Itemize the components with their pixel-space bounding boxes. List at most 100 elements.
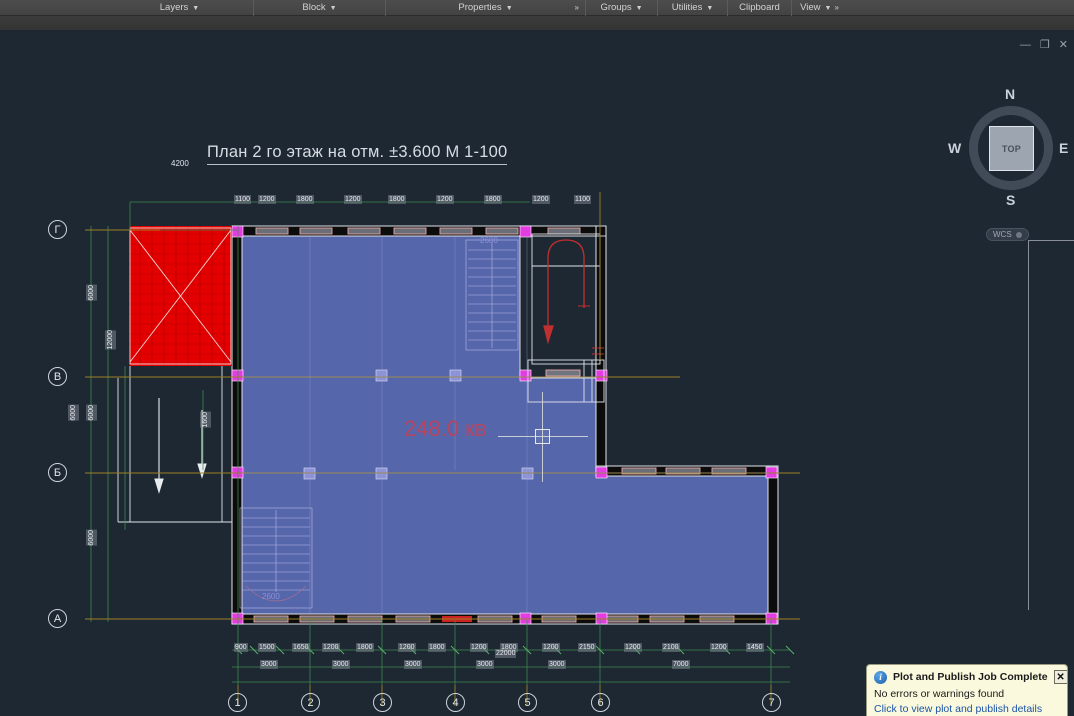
- dim-bottom-0: 900: [234, 643, 248, 652]
- viewcube-west-label[interactable]: W: [948, 140, 961, 156]
- minimize-button[interactable]: —: [1020, 40, 1031, 51]
- chevron-down-icon[interactable]: ▼: [192, 5, 199, 12]
- stair-label-top: 2600: [480, 236, 498, 245]
- ribbon-panel-layers-label: Layers: [159, 2, 189, 13]
- dim-top-6: 1800: [484, 195, 502, 204]
- dim-total-bottom: 22000: [495, 649, 517, 658]
- dim-bottom-9: 1200: [542, 643, 560, 652]
- grid-bubble-7[interactable]: 7: [762, 693, 781, 712]
- grid-bubble-Б[interactable]: Б: [48, 463, 67, 482]
- crosshair-cursor: [498, 392, 588, 482]
- balloon-message: No errors or warnings found: [874, 688, 1005, 700]
- grid-bubble-Г[interactable]: Г: [48, 220, 67, 239]
- drawing-canvas[interactable]: — ❐ ✕ TOP N E S W WCS План 2 го этаж на …: [0, 30, 1074, 716]
- ribbon-panel-utilities-label: Utilities: [671, 2, 703, 13]
- dim-bottom-4: 1800: [356, 643, 374, 652]
- chevron-down-icon[interactable]: ▼: [636, 5, 643, 12]
- viewcube-top-face[interactable]: TOP: [989, 126, 1034, 171]
- room-area-label: 248.0 кв: [404, 416, 487, 441]
- dim-bay-0: 3000: [260, 660, 278, 669]
- balloon-header: i Plot and Publish Job Complete ✕: [874, 670, 1067, 684]
- dim-bay-5: 7000: [672, 660, 690, 669]
- ribbon-panel-clipboard-label: Clipboard: [739, 2, 780, 13]
- grid-bubble-А[interactable]: А: [48, 609, 67, 628]
- ribbon-panel-spacer: [0, 0, 106, 16]
- grid-bubble-3[interactable]: 3: [373, 693, 392, 712]
- ribbon-panel-properties-label: Properties: [458, 2, 502, 13]
- dim-bottom-2: 1650: [292, 643, 310, 652]
- chevron-down-icon[interactable]: ▼: [506, 5, 513, 12]
- floor-plan-geometry[interactable]: [0, 30, 1074, 716]
- dim-bottom-13: 1200: [710, 643, 728, 652]
- dim-top-2: 1800: [296, 195, 314, 204]
- dim-left-3: 6000: [86, 530, 97, 546]
- chevron-down-icon[interactable]: [1015, 231, 1022, 238]
- dim-bottom-5: 1200: [398, 643, 416, 652]
- dim-bottom-10: 2150: [578, 643, 596, 652]
- panel-overflow-icon[interactable]: »: [572, 0, 582, 16]
- dim-bottom-7: 1200: [470, 643, 488, 652]
- viewcube-south-label[interactable]: S: [1006, 192, 1015, 208]
- plot-notification-balloon[interactable]: i Plot and Publish Job Complete ✕ No err…: [866, 664, 1068, 716]
- chevron-down-icon[interactable]: ▼: [706, 5, 713, 12]
- grid-bubble-2[interactable]: 2: [301, 693, 320, 712]
- close-button[interactable]: ✕: [1059, 40, 1068, 51]
- ucs-panel-frame: [1028, 240, 1074, 610]
- dim-top-0: 1100: [234, 195, 252, 204]
- dim-top-5: 1200: [436, 195, 454, 204]
- ribbon-panel-view[interactable]: View ▼ »: [792, 0, 850, 16]
- window-controls: — ❐ ✕: [1020, 40, 1068, 51]
- stair-label-bottom: 2600: [262, 592, 280, 601]
- ucs-selector[interactable]: WCS: [986, 228, 1029, 241]
- dim-left-0: 6000: [86, 285, 97, 301]
- autocad-window: Layers ▼ Block ▼ Properties ▼ » Groups ▼…: [0, 0, 1074, 716]
- ribbon-panel-groups[interactable]: Groups ▼: [586, 0, 658, 16]
- dim-bay-3: 3000: [476, 660, 494, 669]
- grid-bubble-1[interactable]: 1: [228, 693, 247, 712]
- ribbon-panel-clipboard[interactable]: Clipboard: [728, 0, 792, 16]
- dim-bottom-3: 1200: [322, 643, 340, 652]
- ribbon-panel-view-label: View: [800, 2, 821, 13]
- dim-bottom-14: 1450: [746, 643, 764, 652]
- balloon-details-link[interactable]: Click to view plot and publish details: [874, 703, 1060, 715]
- chevron-down-icon[interactable]: ▼: [825, 5, 832, 12]
- dim-top-4: 1800: [388, 195, 406, 204]
- ribbon-panel-block-label: Block: [302, 2, 326, 13]
- viewcube-east-label[interactable]: E: [1059, 140, 1068, 156]
- restore-button[interactable]: ❐: [1040, 40, 1050, 51]
- dim-bottom-11: 1200: [624, 643, 642, 652]
- ribbon-bar: Layers ▼ Block ▼ Properties ▼ » Groups ▼…: [0, 0, 1074, 16]
- viewcube-north-label[interactable]: N: [1005, 86, 1015, 102]
- dim-offset-4200: 4200: [171, 159, 189, 168]
- panel-overflow-icon[interactable]: »: [831, 0, 841, 16]
- ribbon-panel-layers[interactable]: Layers ▼: [106, 0, 254, 16]
- dim-bay-1: 3000: [332, 660, 350, 669]
- ribbon-panel-groups-label: Groups: [600, 2, 632, 13]
- dim-bay-4: 3000: [548, 660, 566, 669]
- ucs-label: WCS: [993, 230, 1012, 239]
- dim-bottom-12: 2100: [662, 643, 680, 652]
- dim-left-total: 12000: [105, 330, 116, 350]
- ribbon-panel-utilities[interactable]: Utilities ▼: [658, 0, 728, 16]
- dim-top-8: 1100: [574, 195, 592, 204]
- pickbox: [535, 429, 550, 444]
- ribbon-panel-properties[interactable]: Properties ▼ »: [386, 0, 586, 16]
- dim-bottom-1: 1500: [258, 643, 276, 652]
- close-icon[interactable]: ✕: [1053, 670, 1067, 684]
- grid-bubble-4[interactable]: 4: [446, 693, 465, 712]
- dim-bay-2: 3000: [404, 660, 422, 669]
- grid-bubble-6[interactable]: 6: [591, 693, 610, 712]
- ribbon-panel-block[interactable]: Block ▼: [254, 0, 386, 16]
- dim-top-7: 1200: [532, 195, 550, 204]
- balloon-title: Plot and Publish Job Complete: [893, 671, 1048, 683]
- grid-bubble-5[interactable]: 5: [518, 693, 537, 712]
- dim-left-mid: 1600: [200, 412, 211, 428]
- grid-bubble-В[interactable]: В: [48, 367, 67, 386]
- ribbon-separator: [0, 16, 1074, 30]
- dim-left-1: 6000: [68, 405, 79, 421]
- dim-bottom-6: 1800: [428, 643, 446, 652]
- info-icon: i: [874, 670, 887, 684]
- viewcube[interactable]: TOP N E S W: [948, 86, 1070, 218]
- chevron-down-icon[interactable]: ▼: [330, 5, 337, 12]
- dim-top-1: 1200: [258, 195, 276, 204]
